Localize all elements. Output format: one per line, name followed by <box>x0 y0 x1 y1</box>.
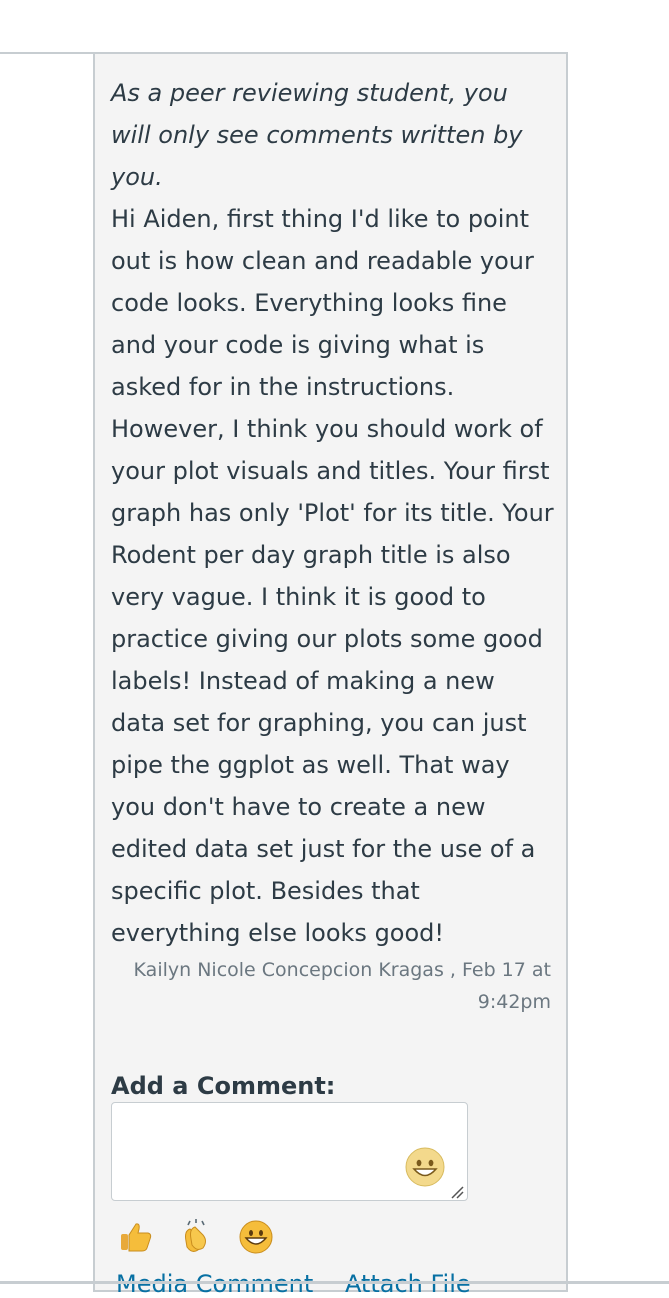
smiley-icon[interactable] <box>404 1146 446 1188</box>
resize-handle-icon[interactable] <box>450 1184 464 1199</box>
peer-review-notice: As a peer reviewing student, you will on… <box>111 79 523 191</box>
add-comment-title: Add a Comment: <box>111 1072 336 1100</box>
comment-meta: Kailyn Nicole Concepcion Kragas , Feb 17… <box>111 954 551 1018</box>
clapping-hands-icon[interactable] <box>176 1217 216 1257</box>
header-divider <box>0 52 94 54</box>
comment-author: Kailyn Nicole Concepcion Kragas <box>133 959 444 981</box>
attach-file-link[interactable]: Attach File <box>345 1270 471 1298</box>
thumbs-up-icon[interactable] <box>116 1217 156 1257</box>
comment-text: Hi Aiden, first thing I'd like to point … <box>111 205 554 947</box>
quick-reactions <box>116 1214 276 1260</box>
comment-date: Feb 17 at 9:42pm <box>462 959 551 1013</box>
grinning-face-icon[interactable] <box>236 1217 276 1257</box>
comment-attachment-links: Media Comment Attach File <box>116 1270 495 1298</box>
comment-separator: , <box>449 959 462 981</box>
media-comment-link[interactable]: Media Comment <box>116 1270 313 1298</box>
